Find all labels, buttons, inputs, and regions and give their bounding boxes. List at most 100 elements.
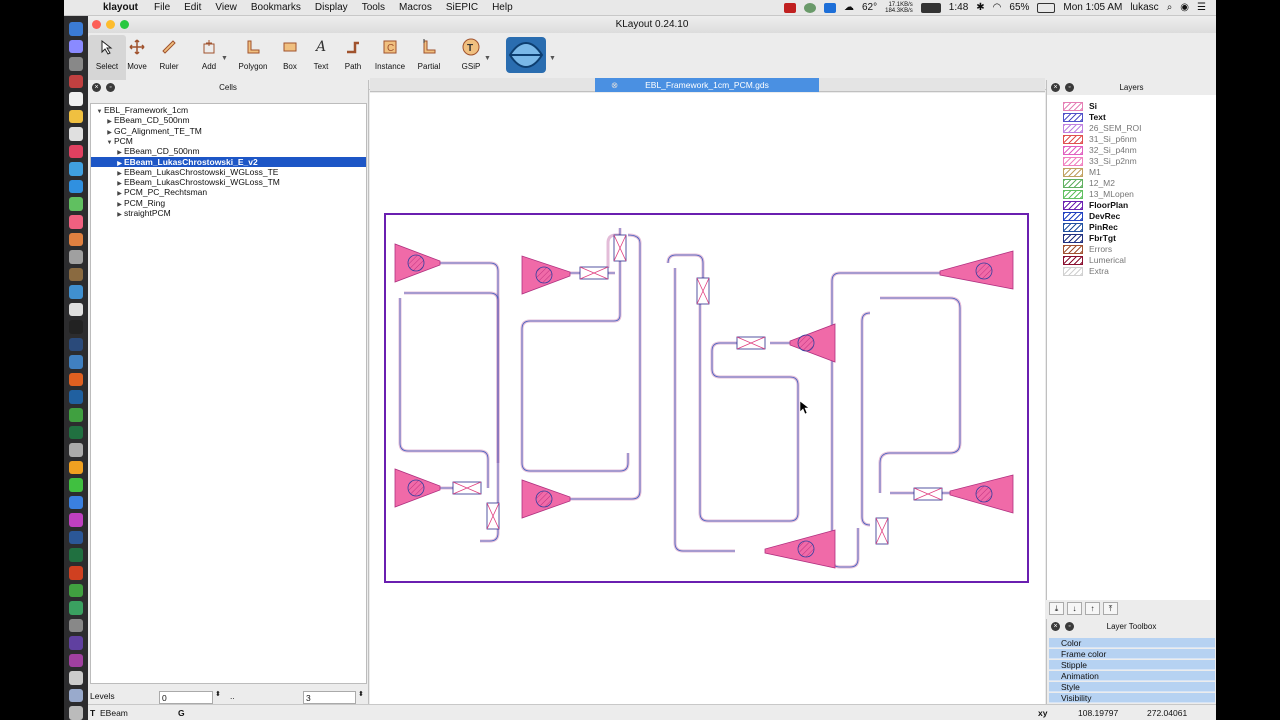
menu-siepic[interactable]: SiEPIC <box>439 2 485 13</box>
app-tray-icon[interactable] <box>803 2 816 13</box>
cell-tree-item[interactable]: ▶ EBeam_LukasChrostowski_WGLoss_TE <box>91 167 366 177</box>
layer-item[interactable]: PinRec <box>1063 222 1118 233</box>
close-panel-icon[interactable]: × <box>1051 83 1060 92</box>
app-dock-icon-10[interactable] <box>69 583 83 598</box>
y-branch[interactable] <box>696 277 710 305</box>
menu-file[interactable]: File <box>147 2 177 13</box>
toolbox-row[interactable]: Style <box>1049 682 1215 692</box>
app-dock-icon-13[interactable] <box>69 636 83 650</box>
app-dock-icon-2[interactable] <box>69 267 83 282</box>
layer-item[interactable]: 26_SEM_ROI <box>1063 123 1141 134</box>
photos-icon[interactable] <box>69 144 83 159</box>
app-dock-icon-11[interactable] <box>69 601 83 615</box>
app-dock-icon-6[interactable] <box>69 408 83 422</box>
toolbox-row[interactable]: Color <box>1049 638 1215 648</box>
layer-item[interactable]: FloorPlan <box>1063 200 1128 211</box>
close-panel-icon[interactable]: × <box>92 83 101 92</box>
close-window-button[interactable] <box>92 20 101 29</box>
itunes-icon[interactable] <box>69 215 83 229</box>
layer-item[interactable]: 12_M2 <box>1063 178 1115 189</box>
move-top-icon[interactable]: ⤒ <box>1103 602 1118 615</box>
reminders-icon[interactable] <box>69 127 83 141</box>
y-branch[interactable] <box>736 336 766 350</box>
layer-item[interactable]: 33_Si_p2nm <box>1063 156 1137 167</box>
app-dock-icon-12[interactable] <box>69 618 83 633</box>
downloads-icon[interactable] <box>69 671 83 685</box>
calendar-icon[interactable] <box>69 92 83 106</box>
app-store-icon[interactable] <box>69 495 83 510</box>
grating-coupler[interactable] <box>939 250 1014 290</box>
close-panel-icon[interactable]: × <box>1051 622 1060 631</box>
layer-item[interactable]: 13_MLopen <box>1063 189 1134 200</box>
menu-macros[interactable]: Macros <box>392 2 439 13</box>
float-panel-icon[interactable]: ◦ <box>1065 622 1074 631</box>
float-panel-icon[interactable]: ◦ <box>1065 83 1074 92</box>
clock-text[interactable]: Mon 1:05 AM <box>1063 2 1122 13</box>
dropbox-icon[interactable] <box>823 2 836 13</box>
weather-icon[interactable]: ☁ <box>844 2 854 13</box>
float-panel-icon[interactable]: ◦ <box>106 83 115 92</box>
cell-tree-item[interactable]: ▶ GC_Alignment_TE_TM <box>91 126 366 136</box>
powerpoint-icon[interactable] <box>69 565 83 580</box>
finder-icon[interactable] <box>69 22 83 36</box>
gsip-dropdown-icon[interactable]: ▼ <box>484 55 491 62</box>
level-to-input[interactable]: 3 <box>303 691 356 704</box>
lightroom-icon[interactable] <box>69 337 83 352</box>
bluetooth-icon[interactable]: ✱ <box>976 2 984 13</box>
move-down-icon[interactable]: ↓ <box>1067 602 1082 615</box>
y-branch[interactable] <box>452 481 482 495</box>
layer-item[interactable]: Si <box>1063 101 1097 112</box>
move-up-icon[interactable]: ↑ <box>1085 602 1100 615</box>
layer-item[interactable]: 31_Si_p6nm <box>1063 134 1137 145</box>
cell-tree-item[interactable]: ▶ PCM_Ring <box>91 198 366 208</box>
toolbox-row[interactable]: Frame color <box>1049 649 1215 659</box>
layout-tab[interactable]: ⊗ EBL_Framework_1cm_PCM.gds <box>595 78 819 92</box>
notification-center-icon[interactable]: ☰ <box>1197 2 1206 13</box>
level-from-input[interactable]: 0 <box>159 691 213 704</box>
battery-icon[interactable] <box>1037 2 1056 13</box>
excel-icon[interactable] <box>69 425 83 440</box>
cell-tree-item[interactable]: ▶ EBeam_LukasChrostowski_E_v2 <box>91 156 366 167</box>
layer-item[interactable]: Lumerical <box>1063 255 1126 266</box>
excel-icon-2[interactable] <box>69 548 83 562</box>
klayout-dock-icon[interactable] <box>69 390 83 405</box>
terminal-icon[interactable] <box>69 320 83 334</box>
spotlight-search-icon[interactable]: ⌕ <box>1167 2 1173 13</box>
layer-item[interactable]: M1 <box>1063 167 1101 178</box>
expand-right-icon[interactable]: ▶ <box>115 210 124 220</box>
layer-item[interactable]: Extra <box>1063 266 1109 277</box>
app-dock-icon-3[interactable] <box>69 285 83 299</box>
close-tab-icon[interactable]: ⊗ <box>611 78 618 92</box>
toolbox-row[interactable]: Stipple <box>1049 660 1215 670</box>
layout-drawing[interactable] <box>370 93 1045 704</box>
word-icon[interactable] <box>69 530 83 545</box>
app-dock-icon-9[interactable] <box>69 513 83 527</box>
app-dock-icon[interactable] <box>69 74 83 89</box>
siri-icon[interactable]: ◉ <box>1180 2 1189 13</box>
menu-help[interactable]: Help <box>485 2 520 13</box>
system-preferences-icon[interactable] <box>69 250 83 264</box>
cell-tree[interactable]: ▼ EBL_Framework_1cm ▶ EBeam_CD_500nm ▶ GC_Ali… <box>90 103 367 684</box>
layer-item[interactable]: 32_Si_p4nm <box>1063 145 1137 156</box>
layer-item[interactable]: DevRec <box>1063 211 1120 222</box>
facetime-icon[interactable] <box>69 197 83 212</box>
notes-icon[interactable] <box>69 109 83 124</box>
folder-icon[interactable] <box>69 688 83 703</box>
cell-tree-item[interactable]: ▶ EBeam_CD_500nm <box>91 115 366 125</box>
grating-coupler[interactable] <box>949 474 1014 514</box>
tool-ruler-button[interactable]: Ruler <box>150 35 188 85</box>
y-branch[interactable] <box>875 517 889 545</box>
grating-coupler[interactable] <box>521 255 571 295</box>
level-from-stepper[interactable]: ⬍ <box>215 690 221 698</box>
safari-icon[interactable] <box>69 179 83 194</box>
menu-view[interactable]: View <box>208 2 244 13</box>
siepic-dropdown-icon[interactable]: ▼ <box>549 55 556 62</box>
y-branch[interactable] <box>613 234 627 262</box>
cell-tree-item[interactable]: ▼ EBL_Framework_1cm <box>91 105 366 115</box>
add-dropdown-icon[interactable]: ▼ <box>221 55 228 62</box>
record-icon[interactable] <box>783 2 796 13</box>
user-name-text[interactable]: lukasc <box>1130 2 1158 13</box>
cell-tree-item[interactable]: ▶ straightPCM <box>91 208 366 218</box>
toolbox-row[interactable]: Visibility <box>1049 693 1215 703</box>
minimize-window-button[interactable] <box>106 20 115 29</box>
